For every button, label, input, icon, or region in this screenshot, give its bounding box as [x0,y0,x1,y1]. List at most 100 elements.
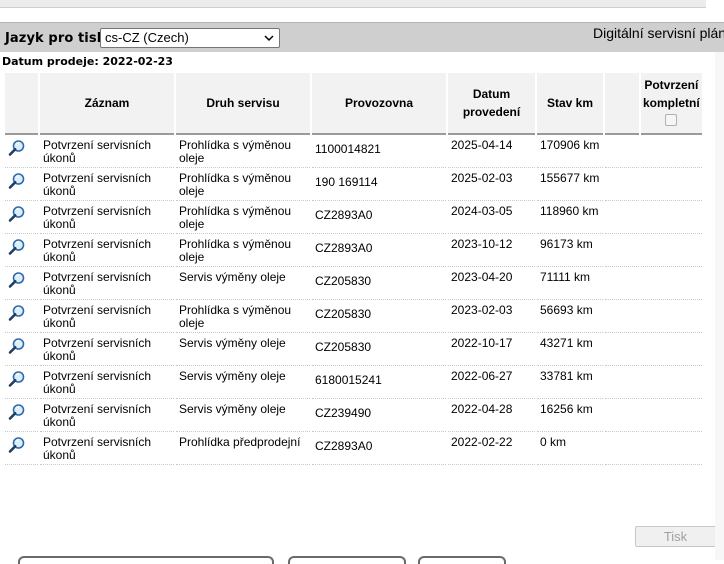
magnifier-icon [8,239,25,255]
cell-record: Potvrzení servisních úkonů [40,366,174,399]
cell-workshop: 190 169114 [312,168,446,201]
top-strip [0,0,724,22]
cell-mileage: 56693 km [537,300,603,333]
cell-record: Potvrzení servisních úkonů [40,135,174,168]
cell-workshop: CZ239490 [312,399,446,432]
magnifier-icon [8,305,25,321]
row-detail-button[interactable] [5,300,38,333]
row-detail-button[interactable] [5,432,38,465]
cell-mileage: 155677 km [537,168,603,201]
cell-date: 2022-02-22 [448,432,535,465]
service-table: Záznam Druh servisu Provozovna Datum pro… [3,73,704,465]
row-detail-button[interactable] [5,168,38,201]
row-detail-button[interactable] [5,267,38,300]
magnifier-icon [8,140,25,156]
cell-service-type: Servis výměny oleje [176,366,310,399]
table-row[interactable]: Potvrzení servisních úkonů Servis výměny … [5,399,702,432]
cell-workshop: 6180015241 [312,366,446,399]
chevron-down-icon [264,35,274,42]
cell-empty [605,333,639,366]
row-detail-button[interactable] [5,399,38,432]
cell-confirm [641,366,702,399]
table-header-row: Záznam Druh servisu Provozovna Datum pro… [5,73,702,135]
bottom-tab-2[interactable] [288,556,406,564]
row-detail-button[interactable] [5,366,38,399]
table-row[interactable]: Potvrzení servisních úkonů Prohlídka s vý… [5,168,702,201]
cell-date: 2022-10-17 [448,333,535,366]
cell-record: Potvrzení servisních úkonů [40,234,174,267]
language-select[interactable]: cs-CZ (Czech) [100,28,280,48]
cell-empty [605,201,639,234]
cell-service-type: Prohlídka s výměnou oleje [176,168,310,201]
header-date-line2: provedení [462,105,521,119]
cell-workshop: CZ2893A0 [312,432,446,465]
magnifier-icon [8,206,25,222]
cell-date: 2025-04-14 [448,135,535,168]
header-confirm-line2: kompletní [643,95,700,110]
cell-mileage: 71111 km [537,267,603,300]
cell-empty [605,234,639,267]
cell-mileage: 0 km [537,432,603,465]
bottom-tab-1[interactable] [18,556,274,564]
cell-confirm [641,201,702,234]
cell-date: 2023-04-20 [448,267,535,300]
header-date-line1: Datum [472,87,511,101]
cell-confirm [641,300,702,333]
header-bar: Jazyk pro tisk: cs-CZ (Czech) Digitální … [0,22,724,52]
cell-mileage: 43271 km [537,333,603,366]
magnifier-icon [8,338,25,354]
cell-workshop: 1100014821 [312,135,446,168]
cell-record: Potvrzení servisních úkonů [40,432,174,465]
cell-confirm [641,333,702,366]
print-button[interactable]: Tisk [635,526,716,547]
header-record: Záznam [40,73,174,135]
cell-record: Potvrzení servisních úkonů [40,168,174,201]
table-row[interactable]: Potvrzení servisních úkonů Prohlídka s vý… [5,201,702,234]
header-icon-column [5,73,38,135]
table-row[interactable]: Potvrzení servisních úkonů Prohlídka s vý… [5,300,702,333]
cell-mileage: 170906 km [537,135,603,168]
cell-service-type: Prohlídka s výměnou oleje [176,234,310,267]
cell-service-type: Prohlídka předprodejní [176,432,310,465]
row-detail-button[interactable] [5,201,38,234]
confirm-all-checkbox[interactable] [665,113,678,126]
cell-mileage: 16256 km [537,399,603,432]
sale-date: Datum prodeje: 2022-02-23 [2,55,173,68]
header-mileage: Stav km [537,73,603,135]
row-detail-button[interactable] [5,135,38,168]
cell-date: 2022-04-28 [448,399,535,432]
cell-mileage: 33781 km [537,366,603,399]
header-confirm: Potvrzení kompletní [641,73,702,135]
cell-date: 2023-02-03 [448,300,535,333]
table-row[interactable]: Potvrzení servisních úkonů Servis výměny … [5,267,702,300]
cell-date: 2025-02-03 [448,168,535,201]
cell-service-type: Prohlídka s výměnou oleje [176,135,310,168]
cell-record: Potvrzení servisních úkonů [40,267,174,300]
table-row[interactable]: Potvrzení servisních úkonů Servis výměny … [5,366,702,399]
row-detail-button[interactable] [5,333,38,366]
row-detail-button[interactable] [5,234,38,267]
magnifier-icon [8,272,25,288]
table-row[interactable]: Potvrzení servisních úkonů Prohlídka s vý… [5,135,702,168]
magnifier-icon [8,404,25,420]
cell-date: 2024-03-05 [448,201,535,234]
cell-date: 2022-06-27 [448,366,535,399]
table-row[interactable]: Potvrzení servisních úkonů Prohlídka s vý… [5,234,702,267]
top-toolbar-edge [0,0,706,8]
cell-workshop: CZ205830 [312,300,446,333]
cell-service-type: Servis výměny oleje [176,399,310,432]
table-row[interactable]: Potvrzení servisních úkonů Prohlídka před… [5,432,702,465]
table-row[interactable]: Potvrzení servisních úkonů Servis výměny … [5,333,702,366]
cell-workshop: CZ2893A0 [312,201,446,234]
cell-empty [605,168,639,201]
header-service-type: Druh servisu [176,73,310,135]
bottom-tab-3[interactable] [418,556,506,564]
cell-service-type: Prohlídka s výměnou oleje [176,201,310,234]
cell-empty [605,432,639,465]
cell-record: Potvrzení servisních úkonů [40,300,174,333]
cell-confirm [641,267,702,300]
right-edge [715,52,724,560]
cell-empty [605,366,639,399]
cell-record: Potvrzení servisních úkonů [40,201,174,234]
magnifier-icon [8,371,25,387]
